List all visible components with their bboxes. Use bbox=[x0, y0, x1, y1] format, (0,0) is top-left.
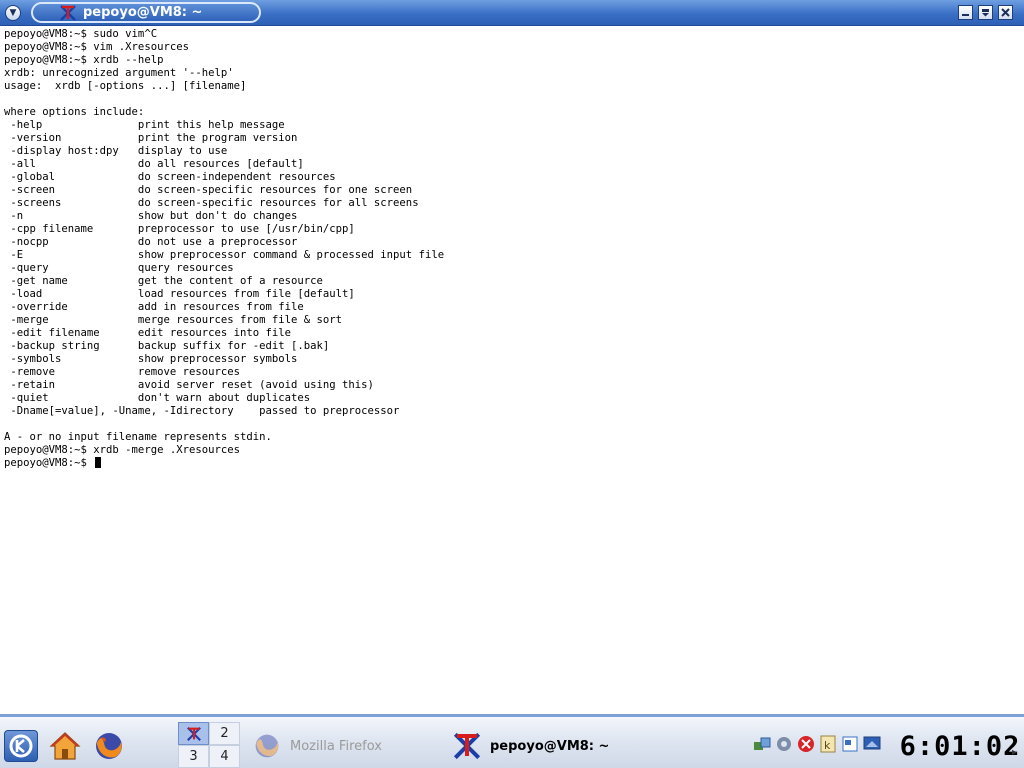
chevron-down-icon: ▼ bbox=[9, 7, 17, 18]
desktop-2[interactable]: 2 bbox=[209, 722, 240, 745]
task-label: pepoyo@VM8: ~ bbox=[490, 738, 610, 754]
terminal-line: -load load resources from file [default] bbox=[4, 288, 355, 300]
terminal-line: pepoyo@VM8:~$ xrdb --help bbox=[4, 54, 164, 66]
terminal-line: -cpp filename preprocessor to use [/usr/… bbox=[4, 223, 355, 235]
terminal-line: -backup string backup suffix for -edit [… bbox=[4, 340, 330, 352]
terminal-line: -all do all resources [default] bbox=[4, 158, 304, 170]
system-tray: k bbox=[752, 733, 882, 759]
terminal-line: A - or no input filename represents stdi… bbox=[4, 431, 272, 443]
panel-hide-arrow[interactable]: ▸ bbox=[1012, 747, 1022, 759]
window-title: pepoyo@VM8: ~ bbox=[83, 5, 203, 20]
terminal-prompt: pepoyo@VM8:~$ bbox=[4, 457, 94, 469]
terminal-line: -query query resources bbox=[4, 262, 234, 274]
window-menu-button[interactable]: ▼ bbox=[5, 5, 21, 21]
firefox-icon bbox=[252, 731, 282, 761]
task-label: Mozilla Firefox bbox=[290, 738, 382, 754]
terminal-line: -get name get the content of a resource bbox=[4, 275, 323, 287]
terminal-output: pepoyo@VM8:~$ sudo vim^C pepoyo@VM8:~$ vi… bbox=[4, 28, 1024, 457]
text-cursor bbox=[95, 457, 102, 468]
task-firefox[interactable]: Mozilla Firefox bbox=[248, 726, 438, 766]
terminal-line: where options include: bbox=[4, 106, 145, 118]
terminal-line: -quiet don't warn about duplicates bbox=[4, 392, 311, 404]
close-button[interactable] bbox=[998, 5, 1013, 20]
minimize-icon bbox=[962, 14, 969, 16]
maximize-icon bbox=[982, 9, 989, 17]
terminal-line: -remove remove resources bbox=[4, 366, 240, 378]
network-icon[interactable] bbox=[752, 733, 772, 755]
xterm-icon bbox=[59, 4, 77, 22]
terminal-line: usage: xrdb [-options ...] [filename] bbox=[4, 80, 247, 92]
home-folder-icon bbox=[49, 732, 81, 760]
taskbar: 2 3 4 Mozilla Firefox pepoyo@VM8: ~ k 6:… bbox=[0, 714, 1024, 768]
terminal-line: pepoyo@VM8:~$ vim .Xresources bbox=[4, 41, 189, 53]
terminal-line: pepoyo@VM8:~$ sudo vim^C bbox=[4, 28, 158, 40]
task-terminal[interactable]: pepoyo@VM8: ~ bbox=[448, 726, 688, 766]
minimize-button[interactable] bbox=[958, 5, 973, 20]
terminal-line: -help print this help message bbox=[4, 119, 285, 131]
screen-icon[interactable] bbox=[862, 733, 882, 755]
close-icon bbox=[1001, 8, 1010, 17]
home-launcher[interactable] bbox=[48, 729, 82, 763]
xterm-icon bbox=[186, 726, 201, 741]
terminal-line: -nocpp do not use a preprocessor bbox=[4, 236, 298, 248]
terminal-line: -symbols show preprocessor symbols bbox=[4, 353, 298, 365]
desktop-1[interactable] bbox=[178, 722, 209, 745]
firefox-launcher[interactable] bbox=[92, 729, 126, 763]
terminal-line: -retain avoid server reset (avoid using … bbox=[4, 379, 374, 391]
terminal-line: pepoyo@VM8:~$ xrdb -merge .Xresources bbox=[4, 444, 240, 456]
terminal-line: xrdb: unrecognized argument '--help' bbox=[4, 67, 234, 79]
terminal-line: -global do screen-independent resources bbox=[4, 171, 336, 183]
xterm-icon bbox=[452, 731, 482, 761]
maximize-button[interactable] bbox=[978, 5, 993, 20]
desktop-4[interactable]: 4 bbox=[209, 745, 240, 768]
kde-menu-icon bbox=[9, 734, 33, 758]
terminal-line: -merge merge resources from file & sort bbox=[4, 314, 343, 326]
shield-icon[interactable] bbox=[774, 733, 794, 755]
desktop-3[interactable]: 3 bbox=[178, 745, 209, 768]
terminal-line: -override add in resources from file bbox=[4, 301, 304, 313]
terminal-line: -n show but don't do changes bbox=[4, 210, 298, 222]
terminal-area[interactable]: pepoyo@VM8:~$ sudo vim^C pepoyo@VM8:~$ vi… bbox=[0, 26, 1024, 714]
notes-icon[interactable] bbox=[840, 733, 860, 755]
warning-icon[interactable] bbox=[796, 733, 816, 755]
window-titlebar[interactable]: ▼ pepoyo@VM8: ~ bbox=[0, 0, 1024, 26]
firefox-icon bbox=[96, 733, 122, 759]
terminal-prompt-line[interactable]: pepoyo@VM8:~$ bbox=[4, 457, 1024, 470]
terminal-line: -version print the program version bbox=[4, 132, 298, 144]
terminal-line: -display host:dpy display to use bbox=[4, 145, 228, 157]
terminal-line: -E show preprocessor command & processed… bbox=[4, 249, 445, 261]
terminal-line: -edit filename edit resources into file bbox=[4, 327, 292, 339]
kde-menu-button[interactable] bbox=[4, 730, 38, 762]
terminal-line: -screens do screen-specific resources fo… bbox=[4, 197, 419, 209]
kde-app-icon[interactable]: k bbox=[818, 733, 838, 755]
terminal-line: -Dname[=value], -Uname, -Idirectory pass… bbox=[4, 405, 400, 417]
window-title-pill: pepoyo@VM8: ~ bbox=[31, 2, 261, 23]
clock[interactable]: 6:01:02 bbox=[900, 727, 1020, 765]
desktop-pager: 2 3 4 bbox=[178, 722, 240, 768]
terminal-line: -screen do screen-specific resources for… bbox=[4, 184, 413, 196]
svg-text:k: k bbox=[824, 739, 831, 752]
